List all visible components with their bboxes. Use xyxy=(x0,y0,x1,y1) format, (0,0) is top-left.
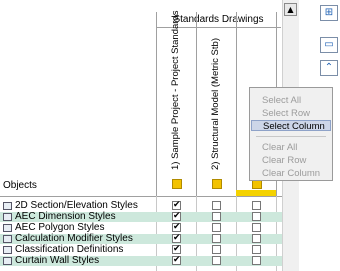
row-label: AEC Dimension Styles xyxy=(15,211,116,222)
objects-header: Objects xyxy=(3,180,37,191)
checkbox[interactable]: ✔ xyxy=(172,256,181,265)
column-divider xyxy=(156,12,157,196)
calculation-modifier-icon xyxy=(3,235,12,243)
menu-item-clear-column[interactable]: Clear Column xyxy=(251,168,331,179)
checkbox[interactable]: ✔ xyxy=(172,234,181,243)
table-row[interactable]: AEC Dimension Styles ✔ xyxy=(0,211,290,222)
polygon-icon xyxy=(3,224,12,232)
menu-item-select-row[interactable]: Select Row xyxy=(251,108,331,119)
column-divider xyxy=(196,12,197,196)
table-row[interactable]: Calculation Modifier Styles ✔ xyxy=(0,233,290,244)
curtain-wall-icon xyxy=(3,257,12,265)
checkbox[interactable] xyxy=(212,201,221,210)
checkbox[interactable] xyxy=(252,245,261,254)
checkbox[interactable] xyxy=(252,234,261,243)
checkbox[interactable] xyxy=(252,256,261,265)
classification-icon xyxy=(3,246,12,254)
checkbox[interactable] xyxy=(212,245,221,254)
table-row[interactable]: Curtain Wall Styles ✔ xyxy=(0,255,290,266)
row-label: Calculation Modifier Styles xyxy=(15,233,133,244)
header-divider xyxy=(0,196,298,197)
move-up-icon[interactable]: ⌃ xyxy=(320,60,338,76)
column-header-2[interactable]: 2) Structural Model (Metric Stb) xyxy=(208,30,224,170)
menu-item-select-all[interactable]: Select All xyxy=(251,95,331,106)
checkbox[interactable] xyxy=(252,201,261,210)
checkbox[interactable]: ✔ xyxy=(172,245,181,254)
drawing-icon xyxy=(212,179,222,189)
checkbox[interactable] xyxy=(212,256,221,265)
row-label: 2D Section/Elevation Styles xyxy=(15,200,138,211)
remove-drawing-icon[interactable]: ▭ xyxy=(320,37,338,53)
checkbox[interactable] xyxy=(212,223,221,232)
row-label: AEC Polygon Styles xyxy=(15,222,105,233)
menu-item-clear-row[interactable]: Clear Row xyxy=(251,155,331,166)
checkbox[interactable]: ✔ xyxy=(172,223,181,232)
row-label: Classification Definitions xyxy=(15,244,124,255)
menu-separator xyxy=(256,136,326,137)
checkbox[interactable]: ✔ xyxy=(172,201,181,210)
section-elevation-icon xyxy=(3,202,12,210)
row-label: Curtain Wall Styles xyxy=(15,255,100,266)
checkbox[interactable] xyxy=(212,212,221,221)
table-row[interactable]: 2D Section/Elevation Styles ✔ xyxy=(0,200,290,211)
checkbox[interactable] xyxy=(212,234,221,243)
table-row[interactable]: Classification Definitions ✔ xyxy=(0,244,290,255)
scroll-up-icon[interactable]: ▲ xyxy=(284,3,297,16)
column-header-1[interactable]: 1) Sample Project - Project Standards xyxy=(168,11,184,170)
table-row[interactable]: AEC Polygon Styles ✔ xyxy=(0,222,290,233)
drawing-icon xyxy=(172,179,182,189)
column-divider xyxy=(236,12,237,196)
menu-item-select-column[interactable]: Select Column xyxy=(251,120,331,132)
checkbox[interactable]: ✔ xyxy=(172,212,181,221)
dimension-icon xyxy=(3,213,12,221)
checkbox[interactable] xyxy=(252,212,261,221)
context-menu: Select All Select Row Select Column Clea… xyxy=(249,87,333,181)
add-drawing-icon[interactable]: ⊞ xyxy=(320,5,338,21)
menu-item-clear-all[interactable]: Clear All xyxy=(251,142,331,153)
checkbox[interactable] xyxy=(252,223,261,232)
